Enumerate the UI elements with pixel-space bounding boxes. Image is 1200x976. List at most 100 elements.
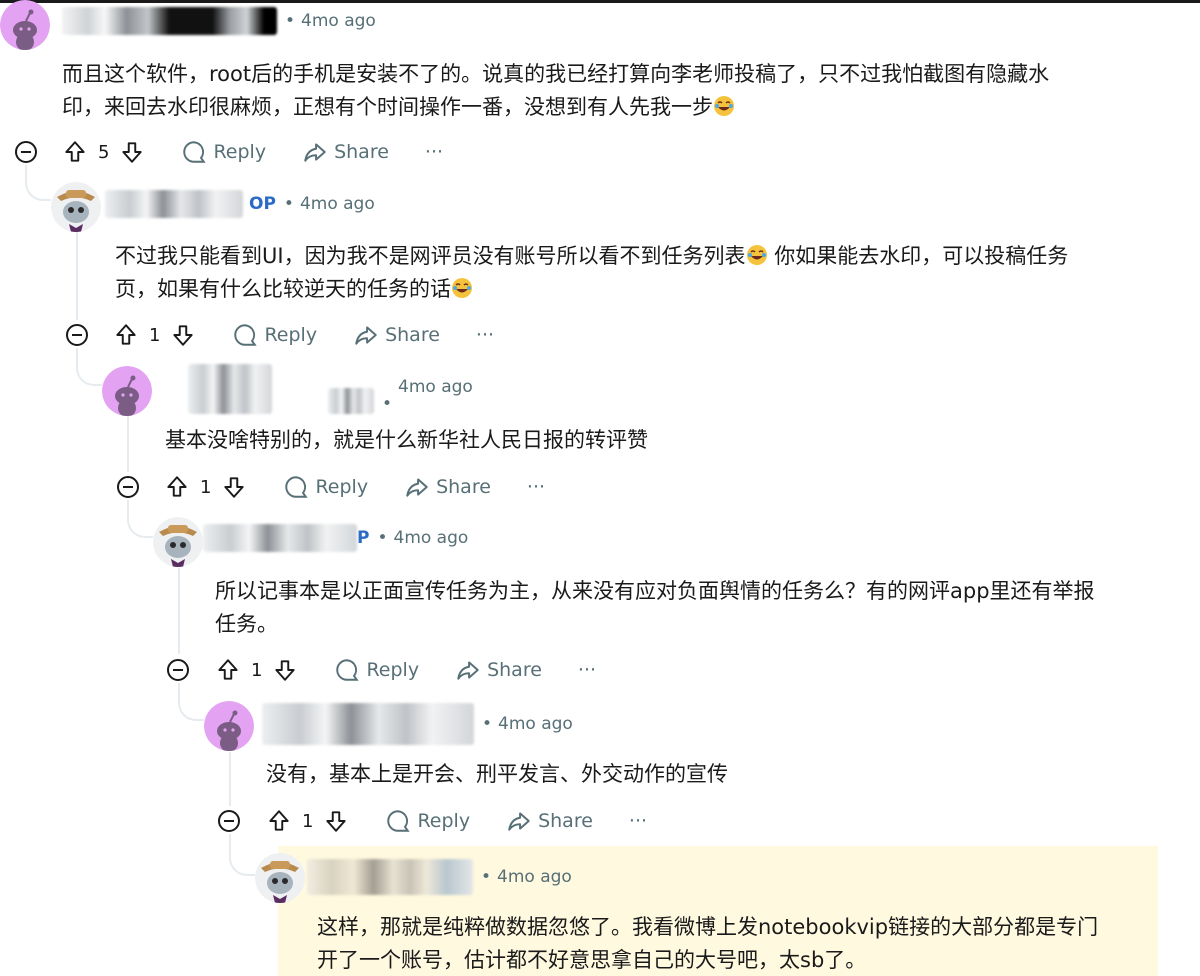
comment-body: 而且这个软件，root后的手机是安装不了的。说真的我已经打算向李老师投稿了，只不…	[62, 58, 1049, 124]
chat-bubble-icon	[183, 141, 207, 163]
reply-button[interactable]: Reply	[283, 474, 368, 500]
more-options-button[interactable]: ···	[476, 324, 494, 346]
snoo-purple-icon	[0, 0, 50, 50]
laughing-emoji-icon	[451, 276, 473, 298]
thread-connector	[76, 348, 102, 386]
share-button[interactable]: Share	[506, 808, 593, 834]
comment-thread: • 4mo ago 而且这个软件，root后的手机是安装不了的。说真的我已经打算…	[0, 0, 1200, 976]
reply-button[interactable]: Reply	[334, 657, 419, 683]
comment-line: 任务。	[215, 612, 278, 636]
upvote-button[interactable]	[164, 474, 190, 500]
snoo-hat-icon	[255, 853, 305, 903]
upvote-arrow-icon	[65, 141, 85, 162]
collapse-thread-icon[interactable]	[166, 658, 190, 682]
collapse-thread-icon[interactable]	[116, 475, 140, 499]
avatar[interactable]	[102, 366, 152, 416]
downvote-button[interactable]	[272, 657, 298, 683]
author-username-redacted[interactable]	[188, 364, 272, 414]
comment-line: 所以记事本是以正面宣传任务为主，从来没有应对负面舆情的任务么？有的网评app里还…	[215, 579, 1095, 603]
comment-line: 这样，那就是纯粹做数据忽悠了。我看微博上发notebookvip链接的大部分都是…	[317, 915, 1099, 939]
share-arrow-icon	[304, 143, 326, 162]
reply-button[interactable]: Reply	[232, 322, 317, 348]
upvote-button[interactable]	[215, 657, 241, 683]
upvote-arrow-icon	[167, 476, 187, 497]
vote-count: 1	[302, 810, 314, 832]
avatar[interactable]	[204, 701, 254, 751]
downvote-button[interactable]	[170, 322, 196, 348]
author-username-redacted[interactable]	[203, 524, 357, 552]
author-username-redacted[interactable]	[62, 7, 277, 35]
collapse-thread-icon[interactable]	[14, 140, 38, 164]
thread-connector	[127, 500, 153, 538]
downvote-button[interactable]	[221, 474, 247, 500]
share-arrow-icon	[457, 661, 479, 680]
upvote-arrow-icon	[218, 659, 238, 680]
snoo-hat-icon	[153, 517, 203, 567]
share-button[interactable]: Share	[404, 474, 491, 500]
avatar[interactable]	[255, 853, 305, 903]
timestamp[interactable]: 4mo ago	[301, 11, 376, 31]
upvote-button[interactable]	[266, 808, 292, 834]
comment-line: 开了一个账号，估计都不好意思拿自己的大号吧，太sb了。	[317, 948, 867, 972]
chat-bubble-icon	[387, 810, 411, 832]
comment-line: 而且这个软件，root后的手机是安装不了的。说真的我已经打算向李老师投稿了，只不…	[62, 62, 1050, 86]
reply-button[interactable]: Reply	[385, 808, 470, 834]
snoo-hat-icon	[51, 182, 101, 232]
more-options-button[interactable]: ···	[425, 141, 443, 163]
comment-body: 基本没啥特别的，就是什么新华社人民日报的转评赞	[165, 424, 648, 457]
timestamp[interactable]: 4mo ago	[398, 372, 473, 402]
comment-line: 页，如果有什么比较逆天的任务的话	[115, 273, 1068, 306]
comment-line: 印，来回去水印很麻烦，正想有个时间操作一番，没想到有人先我一步	[62, 91, 1049, 124]
vote-count: 1	[149, 324, 161, 346]
timestamp[interactable]: 4mo ago	[497, 867, 572, 887]
avatar[interactable]	[51, 182, 101, 232]
avatar[interactable]	[153, 517, 203, 567]
vote-count: 1	[251, 659, 263, 681]
chat-bubble-icon	[285, 476, 309, 498]
reply-button[interactable]: Reply	[181, 139, 266, 165]
comment-meta: • 4mo ago	[262, 702, 573, 746]
more-options-button[interactable]: ···	[578, 659, 596, 681]
comment-actions: 1 Reply Share ···	[215, 653, 596, 687]
comment-line: 不过我只能看到UI，因为我不是网评员没有账号所以看不到任务列表 你如果能去水印，…	[115, 243, 1069, 268]
share-button[interactable]: Share	[353, 322, 440, 348]
downvote-button[interactable]	[119, 139, 145, 165]
share-arrow-icon	[406, 478, 428, 497]
timestamp[interactable]: 4mo ago	[498, 714, 573, 734]
comment-meta: P • 4mo ago	[203, 523, 468, 553]
downvote-arrow-icon	[275, 660, 296, 681]
author-username-redacted[interactable]	[262, 703, 474, 745]
comment-meta: • 4mo ago	[188, 360, 473, 414]
upvote-button[interactable]	[62, 139, 88, 165]
downvote-arrow-icon	[326, 811, 347, 832]
snoo-purple-icon	[204, 701, 254, 751]
comment-actions: 1 Reply Share ···	[113, 318, 494, 352]
author-username-redacted[interactable]	[105, 190, 243, 218]
author-username-redacted[interactable]	[307, 859, 473, 895]
share-button[interactable]: Share	[302, 139, 389, 165]
downvote-button[interactable]	[323, 808, 349, 834]
comment-actions: 1 Reply Share ···	[164, 470, 545, 504]
laughing-emoji-icon	[746, 243, 768, 265]
collapse-thread-icon[interactable]	[65, 323, 89, 347]
share-button[interactable]: Share	[455, 657, 542, 683]
upvote-button[interactable]	[113, 322, 139, 348]
thread-line	[76, 232, 78, 320]
collapse-thread-icon[interactable]	[217, 809, 241, 833]
chat-bubble-icon	[234, 324, 258, 346]
comment-line: 基本没啥特别的，就是什么新华社人民日报的转评赞	[165, 428, 648, 452]
downvote-arrow-icon	[122, 142, 143, 163]
snoo-purple-icon	[102, 366, 152, 416]
comment-line: 没有，基本上是开会、刑平发言、外交动作的宣传	[266, 762, 728, 786]
timestamp[interactable]: 4mo ago	[300, 194, 375, 214]
thread-connector	[178, 683, 204, 721]
more-options-button[interactable]: ···	[527, 476, 545, 498]
vote-count: 5	[98, 141, 110, 163]
share-arrow-icon	[355, 326, 377, 345]
more-options-button[interactable]: ···	[629, 810, 647, 832]
comment-actions: 1 Reply Share ···	[266, 804, 647, 838]
avatar[interactable]	[0, 0, 50, 50]
timestamp[interactable]: 4mo ago	[394, 528, 469, 548]
upvote-arrow-icon	[269, 810, 289, 831]
comment-actions: 5 Reply Share ···	[62, 135, 443, 169]
